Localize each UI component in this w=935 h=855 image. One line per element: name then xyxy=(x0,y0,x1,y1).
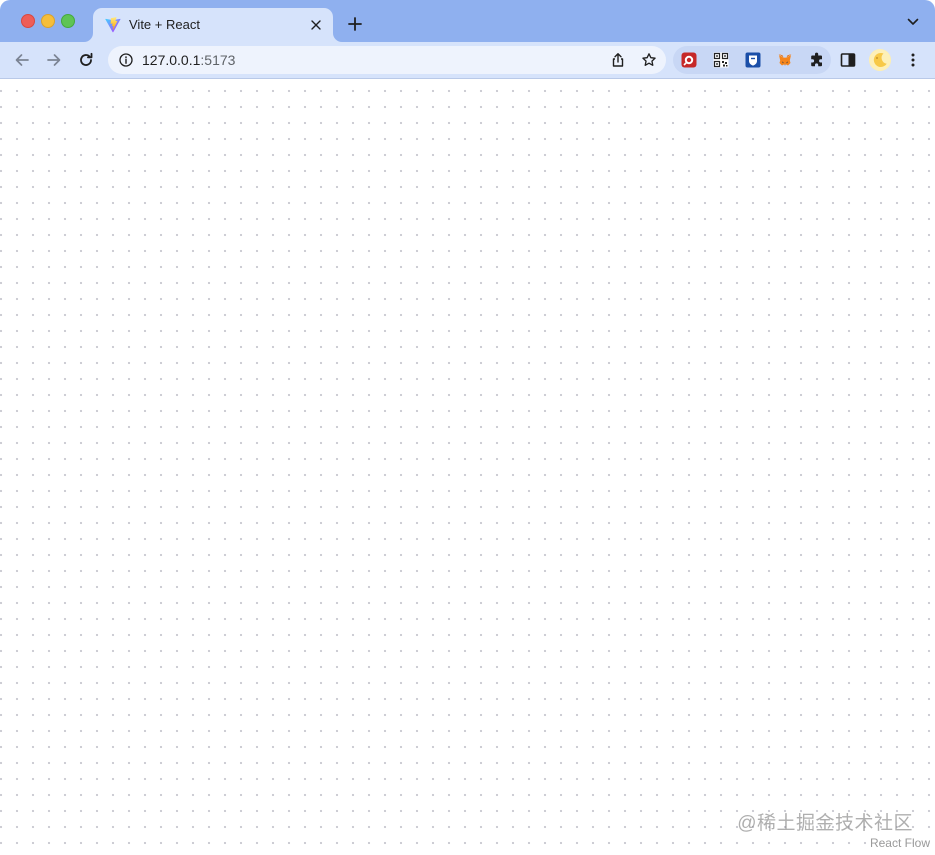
vite-logo-icon xyxy=(105,17,121,33)
window-minimize-button[interactable] xyxy=(41,14,55,28)
avatar-icon xyxy=(869,49,891,71)
qr-code-icon[interactable] xyxy=(713,52,729,68)
react-flow-canvas[interactable]: @稀土掘金技术社区 React Flow xyxy=(0,79,935,855)
plus-icon xyxy=(348,17,362,31)
extensions-area xyxy=(673,46,831,74)
tab-strip: Vite + React xyxy=(0,0,935,42)
puzzle-icon[interactable] xyxy=(809,52,825,68)
react-flow-attribution-link[interactable]: React Flow xyxy=(866,835,933,851)
browser-menu-button[interactable] xyxy=(905,52,921,68)
forward-button[interactable] xyxy=(42,48,66,72)
tab-search-button[interactable] xyxy=(905,14,921,30)
url-port: :5173 xyxy=(200,52,236,68)
star-icon[interactable] xyxy=(641,52,657,68)
new-tab-button[interactable] xyxy=(343,12,367,36)
arrow-right-icon xyxy=(47,54,61,66)
info-icon xyxy=(119,53,133,67)
red-extension-icon[interactable] xyxy=(681,52,697,68)
tab-title: Vite + React xyxy=(129,17,200,32)
side-panel-icon[interactable] xyxy=(840,52,856,68)
chevron-down-icon xyxy=(907,18,919,25)
arrow-left-icon xyxy=(15,54,29,66)
kebab-menu-icon xyxy=(911,53,915,67)
reload-button[interactable] xyxy=(74,48,98,72)
site-info-button[interactable] xyxy=(118,52,134,68)
url-text[interactable]: 127.0.0.1:5173 xyxy=(142,52,235,68)
address-bar[interactable]: 127.0.0.1:5173 xyxy=(108,46,666,74)
shield-extension-icon[interactable] xyxy=(745,52,761,68)
reload-icon xyxy=(80,52,93,66)
close-icon xyxy=(311,20,321,30)
browser-toolbar: 127.0.0.1:5173 xyxy=(0,42,935,79)
metamask-fox-icon[interactable] xyxy=(777,52,793,68)
back-button[interactable] xyxy=(10,48,34,72)
browser-window: Vite + React 127.0.0.1:5173 @稀土掘金技术社区 Re… xyxy=(0,0,935,855)
tab-close-button[interactable] xyxy=(307,16,325,34)
window-maximize-button[interactable] xyxy=(61,14,75,28)
window-close-button[interactable] xyxy=(21,14,35,28)
url-host: 127.0.0.1 xyxy=(142,52,201,68)
profile-avatar[interactable] xyxy=(869,49,891,71)
share-icon[interactable] xyxy=(610,52,626,68)
watermark-text: @稀土掘金技术社区 xyxy=(737,813,913,834)
browser-tab[interactable]: Vite + React xyxy=(93,8,333,42)
